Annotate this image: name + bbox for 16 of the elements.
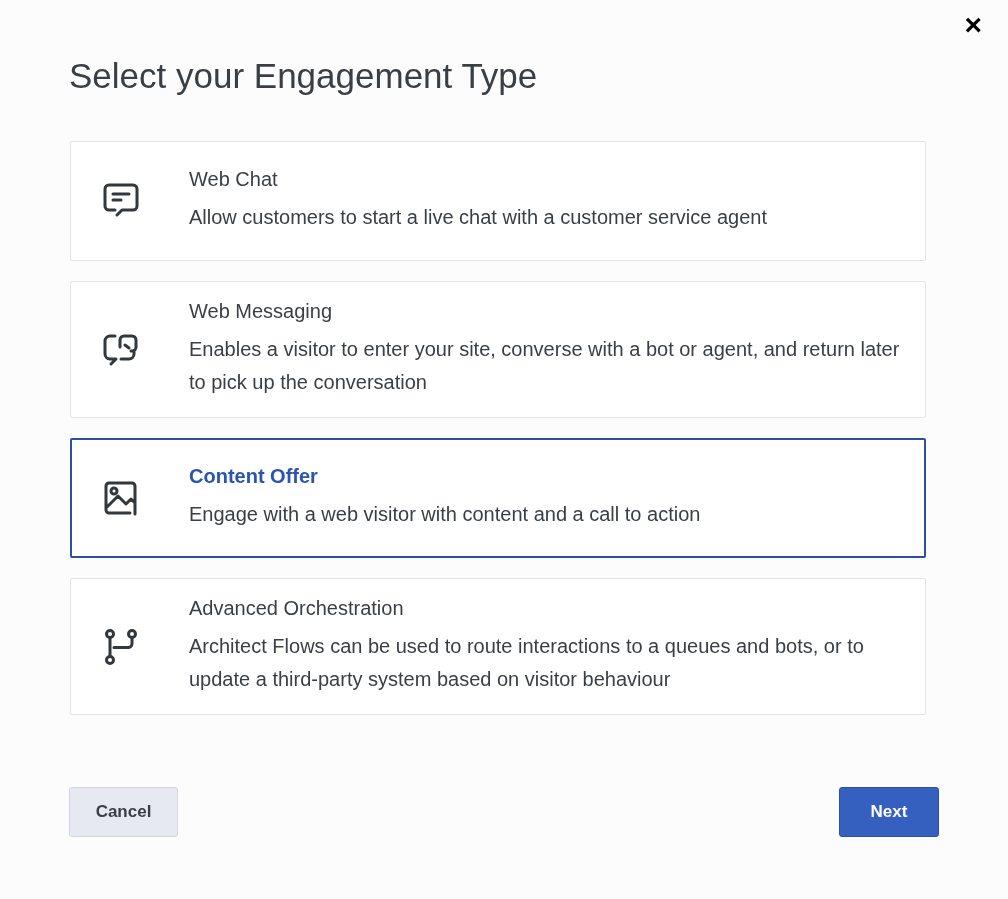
option-description: Allow customers to start a live chat with a customer service agent [189,205,767,230]
option-description: Enables a visitor to enter your site, converse with a bot or agent, and return later to pick up the conversation [189,337,901,395]
option-description: Engage with a web visitor with content and a call to action [189,502,701,527]
option-card[interactable]: Web Chat Allow customers to start a live chat with a customer service agent [70,141,926,261]
dialog-title: Select your Engagement Type [69,55,539,97]
option-title: Content Offer [189,465,319,488]
option-card[interactable]: Advanced Orchestration Architect Flows can be used to route interactions to a queues and bots, or to update a third-party system based on visitor behaviour [70,578,926,715]
option-card[interactable]: Content Offer Engage with a web visitor with content and a call to action [70,438,926,558]
option-card[interactable]: Web Messaging Enables a visitor to enter your site, converse with a bot or agent, and return later to pick up the conversation [70,281,926,418]
option-description: Architect Flows can be used to route interactions to a queues and bots, or to update a third-party system based on visitor behaviour [189,634,865,692]
option-title: Advanced Orchestration [189,597,405,620]
next-button[interactable]: Next [839,787,939,837]
option-title: Web Chat [189,168,279,191]
close-button[interactable]: × [960,10,986,40]
option-title: Web Messaging [189,300,334,323]
cancel-button[interactable]: Cancel [69,787,178,837]
